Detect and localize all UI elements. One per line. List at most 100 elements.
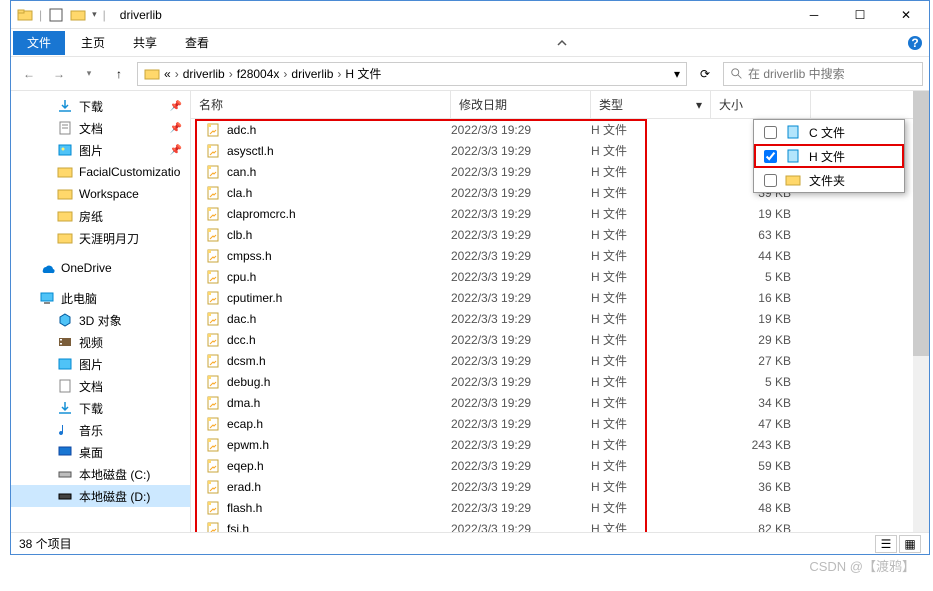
h-file-icon (205, 500, 221, 516)
help-button[interactable]: ? (901, 29, 929, 57)
sidebar-item-thispc[interactable]: 此电脑 (11, 287, 190, 309)
file-name: cpu.h (227, 270, 256, 284)
folder-icon (144, 66, 160, 82)
file-row[interactable]: epwm.h2022/3/3 19:29H 文件243 KB (191, 434, 929, 455)
file-size: 59 KB (711, 459, 811, 473)
file-row[interactable]: fsi.h2022/3/3 19:29H 文件82 KB (191, 518, 929, 532)
file-row[interactable]: dcc.h2022/3/3 19:29H 文件29 KB (191, 329, 929, 350)
file-type: H 文件 (591, 520, 711, 532)
maximize-button[interactable]: ☐ (837, 1, 883, 29)
sidebar-item-diskc[interactable]: 本地磁盘 (C:) (11, 463, 190, 485)
refresh-button[interactable]: ⟳ (693, 62, 717, 86)
file-row[interactable]: dma.h2022/3/3 19:29H 文件34 KB (191, 392, 929, 413)
sidebar-item-downloads[interactable]: 下载📌 (11, 95, 190, 117)
file-row[interactable]: ecap.h 2022/3/3 19:29H 文件47 KB (191, 413, 929, 434)
col-name[interactable]: 名称 (191, 91, 451, 118)
filter-option-folder[interactable]: 文件夹 (754, 168, 904, 192)
sidebar-item-folder[interactable]: 天涯明月刀 (11, 227, 190, 249)
sidebar-item-3d[interactable]: 3D 对象 (11, 309, 190, 331)
close-button[interactable]: ✕ (883, 1, 929, 29)
h-file-icon (205, 521, 221, 533)
file-row[interactable]: erad.h2022/3/3 19:29H 文件36 KB (191, 476, 929, 497)
forward-button[interactable]: → (47, 62, 71, 86)
chevron-down-icon[interactable]: ▾ (674, 67, 680, 81)
file-type: H 文件 (591, 289, 711, 306)
file-type: H 文件 (591, 352, 711, 369)
pin-icon: 📌 (170, 145, 182, 156)
ribbon-toggle[interactable] (548, 29, 576, 57)
file-date: 2022/3/3 19:29 (451, 396, 591, 410)
pin-icon[interactable] (48, 7, 64, 23)
back-button[interactable]: ← (17, 62, 41, 86)
h-file-icon (205, 395, 221, 411)
search-input[interactable]: 在 driverlib 中搜索 (723, 62, 923, 86)
menu-share[interactable]: 共享 (119, 29, 171, 57)
sidebar-item-downloads[interactable]: 下载 (11, 397, 190, 419)
file-type: H 文件 (591, 268, 711, 285)
breadcrumb-part[interactable]: f28004x (237, 67, 280, 81)
sidebar-item-videos[interactable]: 视频 (11, 331, 190, 353)
file-row[interactable]: cmpss.h2022/3/3 19:29H 文件44 KB (191, 245, 929, 266)
recent-dropdown[interactable]: ▾ (77, 62, 101, 86)
menu-file[interactable]: 文件 (13, 31, 65, 55)
h-file-icon (205, 185, 221, 201)
breadcrumb[interactable]: « › driverlib › f28004x › driverlib › H … (137, 62, 687, 86)
checkbox[interactable] (764, 174, 777, 187)
breadcrumb-part[interactable]: driverlib (291, 67, 333, 81)
up-button[interactable]: ↑ (107, 62, 131, 86)
scrollbar[interactable] (913, 91, 929, 532)
file-row[interactable]: eqep.h2022/3/3 19:29H 文件59 KB (191, 455, 929, 476)
h-file-icon (205, 437, 221, 453)
file-type: H 文件 (591, 310, 711, 327)
file-type: H 文件 (591, 415, 711, 432)
h-file-icon (205, 311, 221, 327)
file-row[interactable]: cpu.h2022/3/3 19:29H 文件5 KB (191, 266, 929, 287)
view-icons-button[interactable]: ▦ (899, 535, 921, 553)
file-row[interactable]: dac.h2022/3/3 19:29H 文件19 KB (191, 308, 929, 329)
file-row[interactable]: dcsm.h2022/3/3 19:29H 文件27 KB (191, 350, 929, 371)
file-row[interactable]: clapromcrc.h2022/3/3 19:29H 文件19 KB (191, 203, 929, 224)
col-date[interactable]: 修改日期 (451, 91, 591, 118)
sidebar-item-pictures[interactable]: 图片 (11, 353, 190, 375)
file-name: dcsm.h (227, 354, 266, 368)
file-date: 2022/3/3 19:29 (451, 522, 591, 533)
checkbox[interactable] (764, 150, 777, 163)
sidebar-item-diskd[interactable]: 本地磁盘 (D:) (11, 485, 190, 507)
filter-option-h[interactable]: H 文件 (754, 144, 904, 168)
file-name: dma.h (227, 396, 260, 410)
file-row[interactable]: cputimer.h2022/3/3 19:29H 文件16 KB (191, 287, 929, 308)
menu-home[interactable]: 主页 (67, 29, 119, 57)
file-type: H 文件 (591, 184, 711, 201)
file-type: H 文件 (591, 226, 711, 243)
file-size: 47 KB (711, 417, 811, 431)
sidebar-item-pictures[interactable]: 图片📌 (11, 139, 190, 161)
filter-option-c[interactable]: C 文件 (754, 120, 904, 144)
file-row[interactable]: flash.h2022/3/3 19:29H 文件48 KB (191, 497, 929, 518)
qat-separator: | (39, 8, 42, 22)
breadcrumb-part[interactable]: H 文件 (345, 65, 381, 82)
col-type[interactable]: 类型▾ (591, 91, 711, 118)
file-name: ecap.h (227, 417, 263, 431)
file-date: 2022/3/3 19:29 (451, 417, 591, 431)
file-date: 2022/3/3 19:29 (451, 165, 591, 179)
sidebar-item-documents[interactable]: 文档📌 (11, 117, 190, 139)
sidebar-item-documents[interactable]: 文档 (11, 375, 190, 397)
col-size[interactable]: 大小 (711, 91, 811, 118)
file-size: 19 KB (711, 207, 811, 221)
file-date: 2022/3/3 19:29 (451, 186, 591, 200)
minimize-button[interactable]: ─ (791, 1, 837, 29)
sidebar-item-folder[interactable]: FacialCustomizatio (11, 161, 190, 183)
qat-dropdown-icon[interactable]: ▾ (92, 9, 97, 20)
checkbox[interactable] (764, 126, 777, 139)
sidebar-item-folder[interactable]: Workspace (11, 183, 190, 205)
file-row[interactable]: debug.h2022/3/3 19:29H 文件5 KB (191, 371, 929, 392)
file-type: H 文件 (591, 499, 711, 516)
file-row[interactable]: clb.h2022/3/3 19:29H 文件63 KB (191, 224, 929, 245)
sidebar-item-music[interactable]: 音乐 (11, 419, 190, 441)
menu-view[interactable]: 查看 (171, 29, 223, 57)
sidebar-item-onedrive[interactable]: OneDrive (11, 257, 190, 279)
sidebar-item-desktop[interactable]: 桌面 (11, 441, 190, 463)
view-details-button[interactable]: ☰ (875, 535, 897, 553)
breadcrumb-part[interactable]: driverlib (183, 67, 225, 81)
sidebar-item-folder[interactable]: 房纸 (11, 205, 190, 227)
